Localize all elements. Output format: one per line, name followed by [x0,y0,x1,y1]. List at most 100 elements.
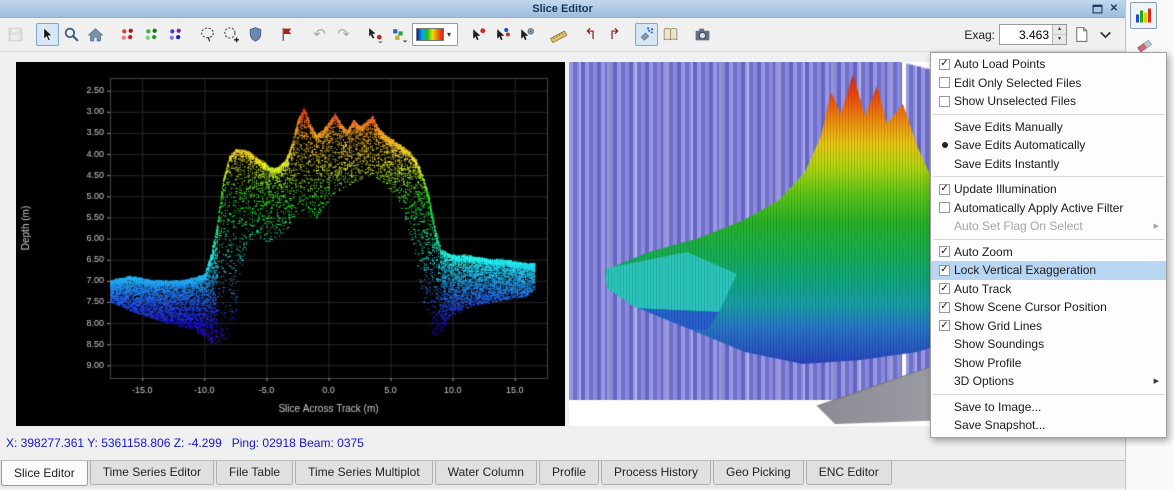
menu-item-mark: ✓ [935,302,954,313]
reject-soundings-icon [119,26,136,43]
step-back-icon: ↰ [584,27,597,42]
document-icon [1073,26,1090,43]
point-display-button[interactable] [388,23,411,46]
color-scale-button[interactable] [1130,2,1157,29]
accept-soundings-button[interactable] [140,23,163,46]
close-button[interactable]: ✕ [1107,2,1121,16]
view-options-menu-button[interactable] [1095,24,1115,45]
menu-item-update-illumination[interactable]: ✓Update Illumination [931,180,1166,199]
snapshot-button[interactable] [691,23,714,46]
step-back-button[interactable]: ↰ [579,23,602,46]
toolbar-separator [188,24,195,46]
toolbar-separator [300,24,307,46]
chevron-down-icon: ▾ [447,30,451,39]
checkbox-unchecked-icon [939,77,950,88]
select-soundings-icon [167,26,184,43]
select-soundings-button[interactable] [164,23,187,46]
reject-soundings-button[interactable] [116,23,139,46]
menu-separator [933,114,1164,115]
water-column-button[interactable] [659,23,682,46]
point-edit-button[interactable] [364,23,387,46]
menu-item-label: Show Grid Lines [954,319,1159,333]
tab-water-column[interactable]: Water Column [435,461,537,485]
zoom-tool-icon [63,26,80,43]
measure-button[interactable] [547,23,570,46]
tab-slice-editor[interactable]: Slice Editor [1,461,88,486]
tab-time-series-multiplot[interactable]: Time Series Multiplot [295,461,433,485]
exag-label: Exag: [964,28,995,42]
spray-tool-button[interactable] [635,23,658,46]
menu-item-save-to-image[interactable]: Save to Image... [931,398,1166,417]
menu-item-save-snapshot[interactable]: Save Snapshot... [931,416,1166,435]
menu-item-save-edits-automatically[interactable]: Save Edits Automatically [931,136,1166,155]
tab-file-table[interactable]: File Table [216,461,293,485]
lasso-select-button[interactable] [196,23,219,46]
menu-item-lock-vertical-exaggeration[interactable]: ✓Lock Vertical Exaggeration [931,261,1166,280]
zoom-tool-button[interactable] [60,23,83,46]
menu-item-auto-load-points[interactable]: ✓Auto Load Points [931,55,1166,74]
menu-item-auto-zoom[interactable]: ✓Auto Zoom [931,243,1166,262]
menu-item-label: Auto Load Points [954,57,1159,71]
toolbar-separator [108,24,115,46]
menu-item-save-edits-manually[interactable]: Save Edits Manually [931,118,1166,137]
pick-info-button[interactable] [515,23,538,46]
select-tool-button[interactable] [36,23,59,46]
titlebar[interactable]: Slice Editor ✕ [0,0,1125,18]
exag-increment-button[interactable]: ▴ [1053,25,1066,35]
pick-multi-button[interactable] [491,23,514,46]
addion-icon [223,26,240,43]
toolbar-separator [356,24,363,46]
exag-decrement-button[interactable]: ▾ [1053,35,1066,45]
home-view-button[interactable] [84,23,107,46]
guard-soundings-button[interactable] [244,23,267,46]
point-display-icon [391,26,408,43]
chevron-down-icon [1097,26,1114,43]
menu-separator [933,239,1164,240]
menu-item-3d-options[interactable]: 3D Options▶ [931,372,1166,391]
menu-separator [933,176,1164,177]
step-forward-button[interactable]: ↱ [603,23,626,46]
exag-apply-button[interactable] [1071,24,1091,45]
checkbox-checked-icon: ✓ [939,265,950,276]
menu-item-label: 3D Options [954,374,1148,388]
menu-item-label: Show Soundings [954,337,1159,351]
slice-2d-view[interactable] [16,62,565,426]
toolbar-separator [539,24,546,46]
checkbox-checked-icon: ✓ [939,320,950,331]
menu-item-save-edits-instantly[interactable]: Save Edits Instantly [931,155,1166,174]
flag-tool-button[interactable] [276,23,299,46]
menu-item-label: Update Illumination [954,182,1159,196]
toolbar-separator [683,24,690,46]
redo-button: ↷ [332,23,355,46]
flag-tool-icon [279,26,296,43]
tab-profile[interactable]: Profile [539,461,599,485]
menu-item-mark: ✓ [935,59,954,70]
exag-spinbox: ▴ ▾ [999,24,1067,45]
menu-item-edit-only-selected-files[interactable]: Edit Only Selected Files [931,74,1166,93]
toolbar-separator [459,24,466,46]
menu-item-show-scene-cursor-position[interactable]: ✓Show Scene Cursor Position [931,298,1166,317]
colormap-select[interactable]: ▾ [412,23,458,46]
menu-item-show-soundings[interactable]: Show Soundings [931,335,1166,354]
tab-process-history[interactable]: Process History [601,461,711,485]
close-icon: ✕ [1110,4,1118,14]
menu-item-show-profile[interactable]: Show Profile [931,354,1166,373]
pick-point-button[interactable] [467,23,490,46]
add-selection-button[interactable] [220,23,243,46]
menu-item-mark: ✓ [935,246,954,257]
menu-item-mark [935,96,954,107]
tab-geo-picking[interactable]: Geo Picking [713,461,804,485]
menu-item-auto-track[interactable]: ✓Auto Track [931,280,1166,299]
exag-input[interactable] [1000,25,1052,44]
measure-icon [550,26,567,43]
water-column-icon [662,26,679,43]
menu-item-show-grid-lines[interactable]: ✓ Show Grid Lines [931,317,1166,336]
pick-multi-icon [494,26,511,43]
menu-item-automatically-apply-active-filter[interactable]: Automatically Apply Active Filter [931,199,1166,218]
menu-item-show-unselected-files[interactable]: Show Unselected Files [931,92,1166,111]
tab-time-series-editor[interactable]: Time Series Editor [90,461,214,485]
menu-separator [933,394,1164,395]
tab-enc-editor[interactable]: ENC Editor [806,461,892,485]
save-icon [7,26,24,43]
float-button[interactable] [1090,2,1104,16]
